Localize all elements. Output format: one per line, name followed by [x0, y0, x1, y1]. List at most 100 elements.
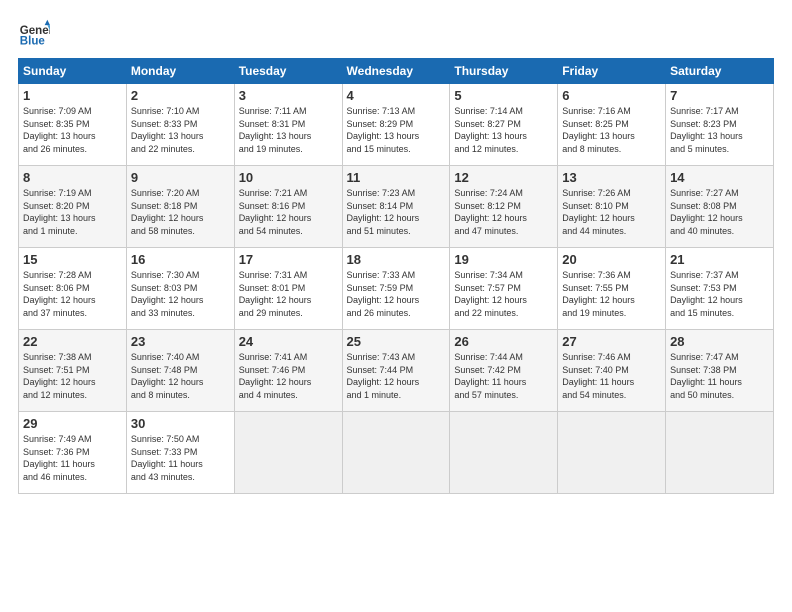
day-info: Sunrise: 7:30 AM Sunset: 8:03 PM Dayligh…	[131, 269, 230, 319]
day-info: Sunrise: 7:44 AM Sunset: 7:42 PM Dayligh…	[454, 351, 553, 401]
calendar-week-3: 15 Sunrise: 7:28 AM Sunset: 8:06 PM Dayli…	[19, 248, 774, 330]
svg-text:Blue: Blue	[20, 36, 46, 48]
day-number: 17	[239, 252, 338, 267]
weekday-saturday: Saturday	[666, 59, 774, 84]
calendar-cell	[450, 412, 558, 494]
logo-icon: General Blue	[18, 18, 50, 50]
calendar-cell: 8Sunrise: 7:19 AM Sunset: 8:20 PM Daylig…	[19, 166, 127, 248]
calendar-cell: 7 Sunrise: 7:17 AM Sunset: 8:23 PM Daylig…	[666, 84, 774, 166]
day-number: 21	[670, 252, 769, 267]
calendar-body: 1 Sunrise: 7:09 AM Sunset: 8:35 PM Daylig…	[19, 84, 774, 494]
day-number: 15	[23, 252, 122, 267]
day-number: 8	[23, 170, 122, 185]
day-number: 28	[670, 334, 769, 349]
day-number: 26	[454, 334, 553, 349]
day-info: Sunrise: 7:20 AM Sunset: 8:18 PM Dayligh…	[131, 187, 230, 237]
calendar-cell: 12 Sunrise: 7:24 AM Sunset: 8:12 PM Dayli…	[450, 166, 558, 248]
calendar-page: General Blue SundayMondayTuesdayWednesda…	[0, 0, 792, 612]
calendar-week-4: 22 Sunrise: 7:38 AM Sunset: 7:51 PM Dayli…	[19, 330, 774, 412]
day-info: Sunrise: 7:09 AM Sunset: 8:35 PM Dayligh…	[23, 105, 122, 155]
calendar-cell: 10 Sunrise: 7:21 AM Sunset: 8:16 PM Dayli…	[234, 166, 342, 248]
calendar-week-1: 1 Sunrise: 7:09 AM Sunset: 8:35 PM Daylig…	[19, 84, 774, 166]
calendar-cell: 28 Sunrise: 7:47 AM Sunset: 7:38 PM Dayli…	[666, 330, 774, 412]
day-number: 11	[347, 170, 446, 185]
day-info: Sunrise: 7:21 AM Sunset: 8:16 PM Dayligh…	[239, 187, 338, 237]
day-info: Sunrise: 7:49 AM Sunset: 7:36 PM Dayligh…	[23, 433, 122, 483]
day-info: Sunrise: 7:14 AM Sunset: 8:27 PM Dayligh…	[454, 105, 553, 155]
calendar-cell: 25 Sunrise: 7:43 AM Sunset: 7:44 PM Dayli…	[342, 330, 450, 412]
day-number: 16	[131, 252, 230, 267]
calendar-week-2: 8Sunrise: 7:19 AM Sunset: 8:20 PM Daylig…	[19, 166, 774, 248]
calendar-cell: 24Sunrise: 7:41 AM Sunset: 7:46 PM Dayli…	[234, 330, 342, 412]
calendar-cell: 22 Sunrise: 7:38 AM Sunset: 7:51 PM Dayli…	[19, 330, 127, 412]
calendar-cell: 1 Sunrise: 7:09 AM Sunset: 8:35 PM Daylig…	[19, 84, 127, 166]
calendar-cell: 16 Sunrise: 7:30 AM Sunset: 8:03 PM Dayli…	[126, 248, 234, 330]
day-number: 6	[562, 88, 661, 103]
calendar-cell	[558, 412, 666, 494]
day-number: 12	[454, 170, 553, 185]
day-number: 22	[23, 334, 122, 349]
day-info: Sunrise: 7:23 AM Sunset: 8:14 PM Dayligh…	[347, 187, 446, 237]
day-number: 10	[239, 170, 338, 185]
day-info: Sunrise: 7:27 AM Sunset: 8:08 PM Dayligh…	[670, 187, 769, 237]
day-number: 1	[23, 88, 122, 103]
day-number: 9	[131, 170, 230, 185]
day-number: 14	[670, 170, 769, 185]
calendar-cell: 6 Sunrise: 7:16 AM Sunset: 8:25 PM Daylig…	[558, 84, 666, 166]
day-number: 2	[131, 88, 230, 103]
calendar-cell: 29 Sunrise: 7:49 AM Sunset: 7:36 PM Dayli…	[19, 412, 127, 494]
calendar-table: SundayMondayTuesdayWednesdayThursdayFrid…	[18, 58, 774, 494]
calendar-cell: 3Sunrise: 7:11 AM Sunset: 8:31 PM Daylig…	[234, 84, 342, 166]
calendar-cell: 20Sunrise: 7:36 AM Sunset: 7:55 PM Dayli…	[558, 248, 666, 330]
day-info: Sunrise: 7:17 AM Sunset: 8:23 PM Dayligh…	[670, 105, 769, 155]
calendar-cell: 11 Sunrise: 7:23 AM Sunset: 8:14 PM Dayli…	[342, 166, 450, 248]
day-info: Sunrise: 7:41 AM Sunset: 7:46 PM Dayligh…	[239, 351, 338, 401]
day-info: Sunrise: 7:50 AM Sunset: 7:33 PM Dayligh…	[131, 433, 230, 483]
day-info: Sunrise: 7:26 AM Sunset: 8:10 PM Dayligh…	[562, 187, 661, 237]
weekday-sunday: Sunday	[19, 59, 127, 84]
calendar-cell: 14 Sunrise: 7:27 AM Sunset: 8:08 PM Dayli…	[666, 166, 774, 248]
day-info: Sunrise: 7:16 AM Sunset: 8:25 PM Dayligh…	[562, 105, 661, 155]
day-number: 19	[454, 252, 553, 267]
day-number: 4	[347, 88, 446, 103]
day-number: 30	[131, 416, 230, 431]
header: General Blue	[18, 18, 774, 50]
calendar-cell: 2Sunrise: 7:10 AM Sunset: 8:33 PM Daylig…	[126, 84, 234, 166]
calendar-week-5: 29 Sunrise: 7:49 AM Sunset: 7:36 PM Dayli…	[19, 412, 774, 494]
day-info: Sunrise: 7:37 AM Sunset: 7:53 PM Dayligh…	[670, 269, 769, 319]
calendar-cell: 30 Sunrise: 7:50 AM Sunset: 7:33 PM Dayli…	[126, 412, 234, 494]
weekday-tuesday: Tuesday	[234, 59, 342, 84]
day-number: 25	[347, 334, 446, 349]
calendar-cell: 15 Sunrise: 7:28 AM Sunset: 8:06 PM Dayli…	[19, 248, 127, 330]
day-info: Sunrise: 7:33 AM Sunset: 7:59 PM Dayligh…	[347, 269, 446, 319]
day-info: Sunrise: 7:40 AM Sunset: 7:48 PM Dayligh…	[131, 351, 230, 401]
calendar-cell: 4 Sunrise: 7:13 AM Sunset: 8:29 PM Daylig…	[342, 84, 450, 166]
calendar-cell: 27 Sunrise: 7:46 AM Sunset: 7:40 PM Dayli…	[558, 330, 666, 412]
day-number: 7	[670, 88, 769, 103]
day-info: Sunrise: 7:13 AM Sunset: 8:29 PM Dayligh…	[347, 105, 446, 155]
weekday-friday: Friday	[558, 59, 666, 84]
day-info: Sunrise: 7:28 AM Sunset: 8:06 PM Dayligh…	[23, 269, 122, 319]
day-info: Sunrise: 7:47 AM Sunset: 7:38 PM Dayligh…	[670, 351, 769, 401]
day-info: Sunrise: 7:43 AM Sunset: 7:44 PM Dayligh…	[347, 351, 446, 401]
day-info: Sunrise: 7:31 AM Sunset: 8:01 PM Dayligh…	[239, 269, 338, 319]
day-number: 13	[562, 170, 661, 185]
calendar-cell: 18 Sunrise: 7:33 AM Sunset: 7:59 PM Dayli…	[342, 248, 450, 330]
calendar-cell	[666, 412, 774, 494]
calendar-cell: 26 Sunrise: 7:44 AM Sunset: 7:42 PM Dayli…	[450, 330, 558, 412]
day-info: Sunrise: 7:34 AM Sunset: 7:57 PM Dayligh…	[454, 269, 553, 319]
calendar-cell: 21 Sunrise: 7:37 AM Sunset: 7:53 PM Dayli…	[666, 248, 774, 330]
weekday-wednesday: Wednesday	[342, 59, 450, 84]
day-number: 27	[562, 334, 661, 349]
day-info: Sunrise: 7:24 AM Sunset: 8:12 PM Dayligh…	[454, 187, 553, 237]
calendar-cell: 13 Sunrise: 7:26 AM Sunset: 8:10 PM Dayli…	[558, 166, 666, 248]
day-number: 29	[23, 416, 122, 431]
day-info: Sunrise: 7:11 AM Sunset: 8:31 PM Dayligh…	[239, 105, 338, 155]
calendar-cell: 17 Sunrise: 7:31 AM Sunset: 8:01 PM Dayli…	[234, 248, 342, 330]
calendar-cell: 19 Sunrise: 7:34 AM Sunset: 7:57 PM Dayli…	[450, 248, 558, 330]
day-number: 18	[347, 252, 446, 267]
calendar-cell: 5Sunrise: 7:14 AM Sunset: 8:27 PM Daylig…	[450, 84, 558, 166]
calendar-cell: 9 Sunrise: 7:20 AM Sunset: 8:18 PM Daylig…	[126, 166, 234, 248]
day-info: Sunrise: 7:38 AM Sunset: 7:51 PM Dayligh…	[23, 351, 122, 401]
day-info: Sunrise: 7:46 AM Sunset: 7:40 PM Dayligh…	[562, 351, 661, 401]
